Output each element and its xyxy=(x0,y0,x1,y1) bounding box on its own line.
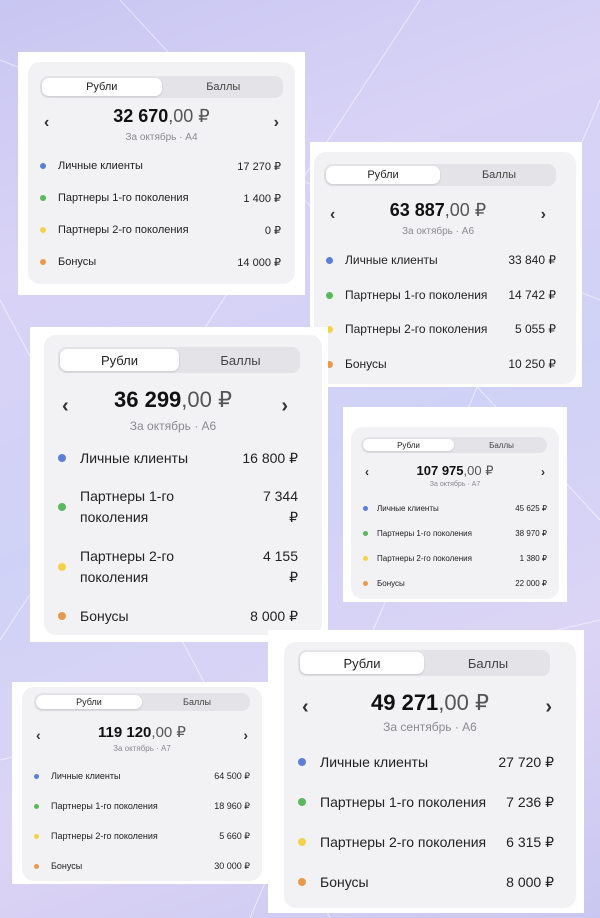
currency-toggle[interactable]: Рубли Баллы xyxy=(34,693,250,711)
orange-dot-icon xyxy=(34,863,39,869)
list-item: Личные клиенты 45 625 ₽ xyxy=(363,502,547,514)
total-amount: 119 120,00 ₽ xyxy=(98,724,186,741)
card-3: Рубли Баллы ‹ › 36 299,00 ₽ За октябрь ·… xyxy=(30,327,328,642)
period-subtitle: За сентябрь · А6 xyxy=(383,720,477,734)
yellow-dot-icon xyxy=(363,555,368,561)
card-2: Рубли Баллы ‹ › 63 887,00 ₽ За октябрь ·… xyxy=(310,142,582,387)
yellow-dot-icon xyxy=(34,833,39,839)
list-item: Партнеры 2-го поколения 4 155 ₽ xyxy=(58,545,298,589)
blue-dot-icon xyxy=(298,758,306,766)
orange-dot-icon xyxy=(363,580,368,586)
list-item: Партнеры 1-го поколения 7 236 ₽ xyxy=(298,792,554,812)
card-4: Рубли Баллы ‹ › 107 975,00 ₽ За октябрь … xyxy=(343,407,567,602)
list-item: Личные клиенты 17 270 ₽ xyxy=(40,158,281,174)
points-tab[interactable]: Баллы xyxy=(181,347,300,373)
list-item: Партнеры 2-го поколения 6 315 ₽ xyxy=(298,832,554,852)
list-item: Партнеры 1-го поколения 18 960 ₽ xyxy=(34,799,250,813)
card-1: Рубли Баллы ‹ › 32 670,00 ₽ За октябрь ·… xyxy=(18,52,305,295)
currency-toggle[interactable]: Рубли Баллы xyxy=(361,437,547,453)
points-tab[interactable]: Баллы xyxy=(442,164,556,186)
currency-toggle[interactable]: Рубли Баллы xyxy=(298,650,550,676)
rubles-tab[interactable]: Рубли xyxy=(42,78,162,96)
card-5: Рубли Баллы ‹ › 119 120,00 ₽ За октябрь … xyxy=(12,682,272,884)
total-amount: 32 670,00 ₽ xyxy=(113,106,210,126)
period-subtitle: За октябрь · А6 xyxy=(401,226,475,237)
period-subtitle: За октябрь · А7 xyxy=(429,481,481,488)
list-item: Бонусы 30 000 ₽ xyxy=(34,859,250,873)
total-amount: 63 887,00 ₽ xyxy=(389,200,487,220)
total-amount: 36 299,00 ₽ xyxy=(114,387,232,412)
list-item: Личные клиенты 33 840 ₽ xyxy=(326,252,556,268)
rubles-tab[interactable]: Рубли xyxy=(363,439,454,451)
period-subtitle: За октябрь · А7 xyxy=(113,744,171,753)
list-item: Партнеры 1-го поколения 14 742 ₽ xyxy=(326,287,556,303)
list-item: Партнеры 1-го поколения 7 344 ₽ xyxy=(58,485,298,529)
period-subtitle: За октябрь · А6 xyxy=(129,419,217,433)
green-dot-icon xyxy=(34,803,39,809)
points-tab[interactable]: Баллы xyxy=(426,650,550,676)
yellow-dot-icon xyxy=(40,227,46,233)
points-tab[interactable]: Баллы xyxy=(456,437,547,453)
green-dot-icon xyxy=(58,503,66,511)
yellow-dot-icon xyxy=(58,563,66,571)
list-item: Бонусы 8 000 ₽ xyxy=(58,605,298,627)
green-dot-icon xyxy=(40,195,46,201)
list-item: Бонусы 10 250 ₽ xyxy=(326,356,556,372)
yellow-dot-icon xyxy=(298,838,306,846)
orange-dot-icon xyxy=(298,878,306,886)
list-item: Личные клиенты 64 500 ₽ xyxy=(34,769,250,783)
rubles-tab[interactable]: Рубли xyxy=(36,695,142,709)
orange-dot-icon xyxy=(58,612,66,620)
green-dot-icon xyxy=(298,798,306,806)
points-tab[interactable]: Баллы xyxy=(144,693,250,711)
list-item: Партнеры 1-го поколения 38 970 ₽ xyxy=(363,527,547,539)
currency-toggle[interactable]: Рубли Баллы xyxy=(40,76,283,98)
list-item: Партнеры 2-го поколения 5 055 ₽ xyxy=(326,321,556,337)
rubles-tab[interactable]: Рубли xyxy=(60,349,179,371)
list-item: Партнеры 2-го поколения 0 ₽ xyxy=(40,222,281,238)
list-item: Личные клиенты 27 720 ₽ xyxy=(298,752,554,772)
rubles-tab[interactable]: Рубли xyxy=(326,166,440,184)
green-dot-icon xyxy=(326,291,333,299)
total-amount: 107 975,00 ₽ xyxy=(416,463,494,478)
currency-toggle[interactable]: Рубли Баллы xyxy=(324,164,556,186)
list-item: Партнеры 1-го поколения 1 400 ₽ xyxy=(40,190,281,206)
green-dot-icon xyxy=(363,530,368,536)
blue-dot-icon xyxy=(363,505,368,511)
list-item: Бонусы 8 000 ₽ xyxy=(298,872,554,892)
period-subtitle: За октябрь · А4 xyxy=(125,132,198,143)
card-6: Рубли Баллы ‹ › 49 271,00 ₽ За сентябрь … xyxy=(268,630,584,913)
list-item: Партнеры 2-го поколения 1 380 ₽ xyxy=(363,552,547,564)
points-tab[interactable]: Баллы xyxy=(164,76,284,98)
blue-dot-icon xyxy=(58,454,66,462)
blue-dot-icon xyxy=(34,773,39,779)
blue-dot-icon xyxy=(326,256,333,264)
rubles-tab[interactable]: Рубли xyxy=(300,652,424,674)
blue-dot-icon xyxy=(40,163,46,169)
list-item: Личные клиенты 16 800 ₽ xyxy=(58,447,298,469)
total-amount: 49 271,00 ₽ xyxy=(371,690,489,715)
list-item: Бонусы 22 000 ₽ xyxy=(363,577,547,589)
currency-toggle[interactable]: Рубли Баллы xyxy=(58,347,300,373)
list-item: Бонусы 14 000 ₽ xyxy=(40,254,281,270)
list-item: Партнеры 2-го поколения 5 660 ₽ xyxy=(34,829,250,843)
orange-dot-icon xyxy=(40,259,46,265)
